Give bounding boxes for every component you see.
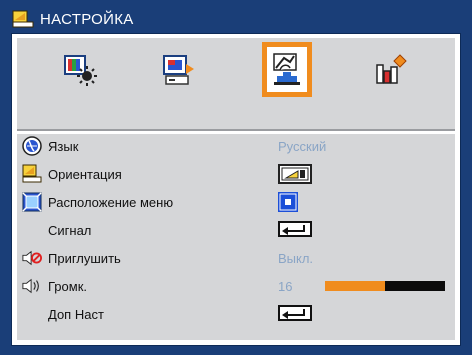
- signal-row[interactable]: Сигнал: [17, 218, 455, 242]
- volume-slider-fill: [325, 281, 385, 291]
- options-tab[interactable]: [367, 47, 413, 93]
- mute-label: Приглушить: [48, 250, 121, 266]
- projector-osd-menu: НАСТРОЙКА Язык Русский Ориентация Распол…: [0, 0, 472, 355]
- orientation-row[interactable]: Ориентация: [17, 162, 455, 186]
- display-tab[interactable]: [157, 47, 203, 93]
- orientation-picture[interactable]: [278, 164, 312, 184]
- advanced-enter-button[interactable]: [278, 305, 312, 321]
- signal-label: Сигнал: [48, 222, 92, 238]
- advanced-label: Доп Наст: [48, 306, 104, 322]
- mute-row[interactable]: Приглушить Выкл.: [17, 246, 455, 270]
- settings-list: Язык Русский Ориентация Расположение мен…: [17, 134, 455, 340]
- orientation-label: Ориентация: [48, 166, 122, 182]
- language-label: Язык: [48, 138, 79, 154]
- volume-slider[interactable]: [325, 281, 445, 291]
- globe-icon: [22, 136, 42, 156]
- screen-swap-icon: [163, 55, 194, 85]
- menu-location-label: Расположение меню: [48, 194, 174, 210]
- enter-arrow-icon: [282, 309, 305, 319]
- setup-tab[interactable]: [262, 42, 312, 97]
- volume-value: 16: [278, 278, 293, 294]
- hand-projector-icon: [273, 52, 300, 85]
- projector-orientation-icon: [12, 10, 34, 28]
- volume-row[interactable]: Громк. 16: [17, 274, 455, 298]
- color-bars-sun-icon: [64, 55, 97, 86]
- language-row[interactable]: Язык Русский: [17, 134, 455, 158]
- signal-enter-button[interactable]: [278, 221, 312, 237]
- tab-strip: [17, 38, 455, 131]
- bar-chart-diamond-icon: [376, 54, 407, 84]
- mute-value[interactable]: Выкл.: [278, 251, 313, 266]
- menu-location-picture[interactable]: [278, 192, 298, 212]
- language-value[interactable]: Русский: [278, 139, 326, 154]
- enter-arrow-icon: [282, 225, 305, 235]
- menu-location-icon: [22, 192, 42, 212]
- menu-location-row[interactable]: Расположение меню: [17, 190, 455, 214]
- page-title: НАСТРОЙКА: [40, 10, 134, 28]
- advanced-row[interactable]: Доп Наст: [17, 302, 455, 326]
- image-settings-tab[interactable]: [57, 47, 103, 93]
- title-bar: НАСТРОЙКА: [10, 6, 462, 32]
- projector-orientation-icon: [22, 164, 42, 183]
- volume-label: Громк.: [48, 278, 88, 294]
- mute-speaker-icon: [22, 250, 42, 266]
- volume-speaker-icon: [22, 278, 39, 294]
